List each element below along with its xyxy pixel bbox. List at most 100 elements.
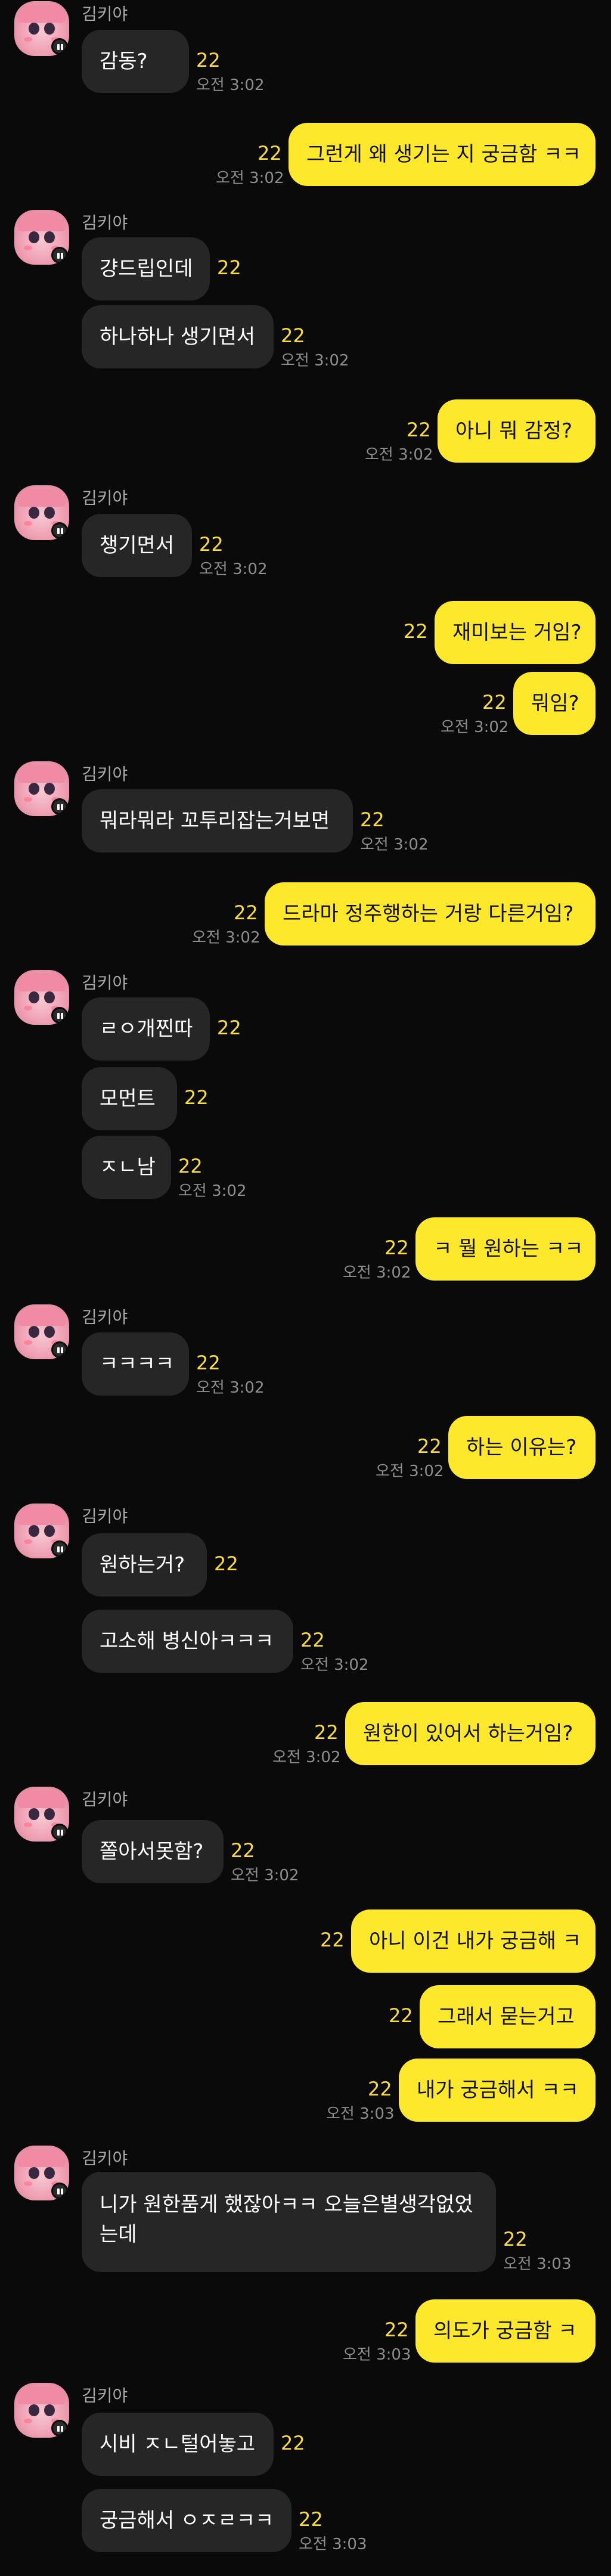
sender-name: 김키야	[82, 488, 128, 508]
incoming-message[interactable]: 모먼트	[82, 1067, 177, 1130]
incoming-message[interactable]: ㅈㄴ남	[82, 1136, 171, 1199]
unread-count: 22	[281, 2432, 305, 2454]
unread-count: 22	[389, 2004, 413, 2027]
outgoing-message[interactable]: 의도가 궁금함 ㅋ	[415, 2299, 596, 2363]
unread-count: 22	[184, 1086, 209, 1109]
incoming-message[interactable]: 시비 ㅈㄴ털어놓고	[82, 2413, 274, 2476]
incoming-message[interactable]: 하나하나 생기면서	[82, 305, 274, 368]
outgoing-message[interactable]: 내가 궁금해서 ㅋㅋ	[399, 2059, 596, 2122]
incoming-message[interactable]: 니가 원한품게 했잖아ㅋㅋ 오늘은별생각없었는데	[82, 2172, 496, 2272]
message-timestamp: 오전 3:02	[360, 836, 429, 854]
chat-window[interactable]: 김키야 감동? 22 오전 3:02 그런게 왜 생기는 지 궁금함 ㅋㅋ 22 오전 3:…	[0, 0, 611, 2576]
unread-count: 22	[320, 1929, 345, 1951]
sender-name: 김키야	[82, 1307, 128, 1327]
unread-count: 22	[196, 49, 221, 72]
incoming-message[interactable]: 걍드립인데	[82, 237, 210, 300]
profile-menu-icon	[51, 2183, 68, 2199]
unread-count: 22	[314, 1721, 339, 1744]
outgoing-message[interactable]: ㅋ 뭘 원하는 ㅋㅋ	[415, 1217, 596, 1281]
outgoing-message[interactable]: 뭐임?	[513, 672, 596, 735]
unread-count: 22	[384, 2318, 409, 2341]
unread-count: 22	[234, 901, 258, 924]
sender-name: 김키야	[82, 1790, 128, 1809]
outgoing-message[interactable]: 재미보는 거임?	[435, 601, 596, 664]
message-timestamp: 오전 3:02	[192, 929, 260, 947]
message-timestamp: 오전 3:02	[196, 1379, 265, 1397]
profile-menu-icon	[51, 1540, 68, 1557]
sender-avatar[interactable]	[14, 1304, 69, 1359]
profile-menu-icon	[51, 1007, 68, 1024]
unread-count: 22	[360, 808, 384, 831]
sender-avatar[interactable]	[14, 2383, 69, 2438]
incoming-message[interactable]: 쫄아서못함?	[82, 1820, 224, 1883]
profile-menu-icon	[51, 522, 68, 539]
profile-menu-icon	[51, 1824, 68, 1840]
profile-menu-icon	[51, 798, 68, 815]
incoming-message[interactable]: 고소해 병신아ㅋㅋㅋ	[82, 1610, 293, 1673]
sender-name: 김키야	[82, 2149, 128, 2168]
unread-count: 22	[281, 324, 305, 347]
outgoing-message[interactable]: 그런게 왜 생기는 지 궁금함 ㅋㅋ	[289, 123, 596, 186]
incoming-message[interactable]: ㄹㅇ개찐따	[82, 997, 210, 1061]
message-timestamp: 오전 3:02	[178, 1182, 247, 1200]
message-timestamp: 오전 3:03	[503, 2255, 572, 2273]
message-timestamp: 오전 3:02	[441, 718, 509, 736]
message-timestamp: 오전 3:02	[300, 1656, 369, 1674]
unread-count: 22	[417, 1435, 442, 1458]
message-timestamp: 오전 3:02	[199, 560, 268, 578]
profile-menu-icon	[51, 38, 68, 55]
unread-count: 22	[196, 1351, 221, 1374]
message-timestamp: 오전 3:02	[281, 352, 349, 370]
message-timestamp: 오전 3:03	[343, 2346, 411, 2364]
sender-avatar[interactable]	[14, 1787, 69, 1842]
incoming-message[interactable]: 원하는거?	[82, 1533, 207, 1597]
message-timestamp: 오전 3:03	[299, 2535, 367, 2553]
unread-count: 22	[178, 1155, 203, 1177]
message-timestamp: 오전 3:02	[196, 76, 265, 94]
message-timestamp: 오전 3:03	[326, 2105, 395, 2123]
sender-name: 김키야	[82, 1506, 128, 1526]
unread-count: 22	[231, 1839, 255, 1862]
unread-count: 22	[300, 1629, 325, 1651]
outgoing-message[interactable]: 하는 이유는?	[448, 1416, 596, 1479]
unread-count: 22	[214, 1552, 238, 1575]
profile-menu-icon	[51, 2420, 68, 2436]
unread-count: 22	[404, 620, 428, 643]
unread-count: 22	[217, 1016, 241, 1039]
incoming-message[interactable]: 궁금해서 ㅇㅈㄹㅋㅋ	[82, 2489, 291, 2552]
unread-count: 22	[199, 533, 224, 556]
incoming-message[interactable]: 챙기면서	[82, 514, 192, 577]
profile-menu-icon	[51, 1341, 68, 1358]
sender-avatar[interactable]	[14, 970, 69, 1025]
sender-avatar[interactable]	[14, 210, 69, 265]
sender-avatar[interactable]	[14, 1504, 69, 1558]
sender-name: 김키야	[82, 973, 128, 993]
unread-count: 22	[482, 691, 507, 714]
unread-count: 22	[299, 2508, 323, 2531]
outgoing-message[interactable]: 드라마 정주행하는 거랑 다른거임?	[265, 882, 596, 946]
message-timestamp: 오전 3:02	[365, 446, 433, 464]
sender-avatar[interactable]	[14, 761, 69, 816]
unread-count: 22	[258, 142, 282, 165]
sender-name: 김키야	[82, 2386, 128, 2405]
unread-count: 22	[407, 419, 431, 441]
sender-name: 김키야	[82, 4, 128, 24]
outgoing-message[interactable]: 그래서 묻는거고	[420, 1985, 596, 2048]
unread-count: 22	[217, 256, 241, 279]
unread-count: 22	[503, 2228, 528, 2250]
sender-avatar[interactable]	[14, 2146, 69, 2200]
outgoing-message[interactable]: 아니 뭐 감정?	[438, 399, 596, 463]
sender-avatar[interactable]	[14, 485, 69, 540]
sender-name: 김키야	[82, 764, 128, 784]
incoming-message[interactable]: ㅋㅋㅋㅋ	[82, 1332, 189, 1396]
outgoing-message[interactable]: 원한이 있어서 하는거임?	[345, 1702, 596, 1765]
unread-count: 22	[368, 2078, 392, 2100]
sender-name: 김키야	[82, 213, 128, 233]
profile-menu-icon	[51, 247, 68, 264]
incoming-message[interactable]: 감동?	[82, 30, 189, 93]
unread-count: 22	[384, 1236, 409, 1259]
sender-avatar[interactable]	[14, 1, 69, 56]
incoming-message[interactable]: 뭐라뭐라 꼬투리잡는거보면	[82, 789, 353, 853]
message-timestamp: 오전 3:02	[216, 169, 284, 187]
outgoing-message[interactable]: 아니 이건 내가 궁금해 ㅋ	[351, 1909, 596, 1973]
